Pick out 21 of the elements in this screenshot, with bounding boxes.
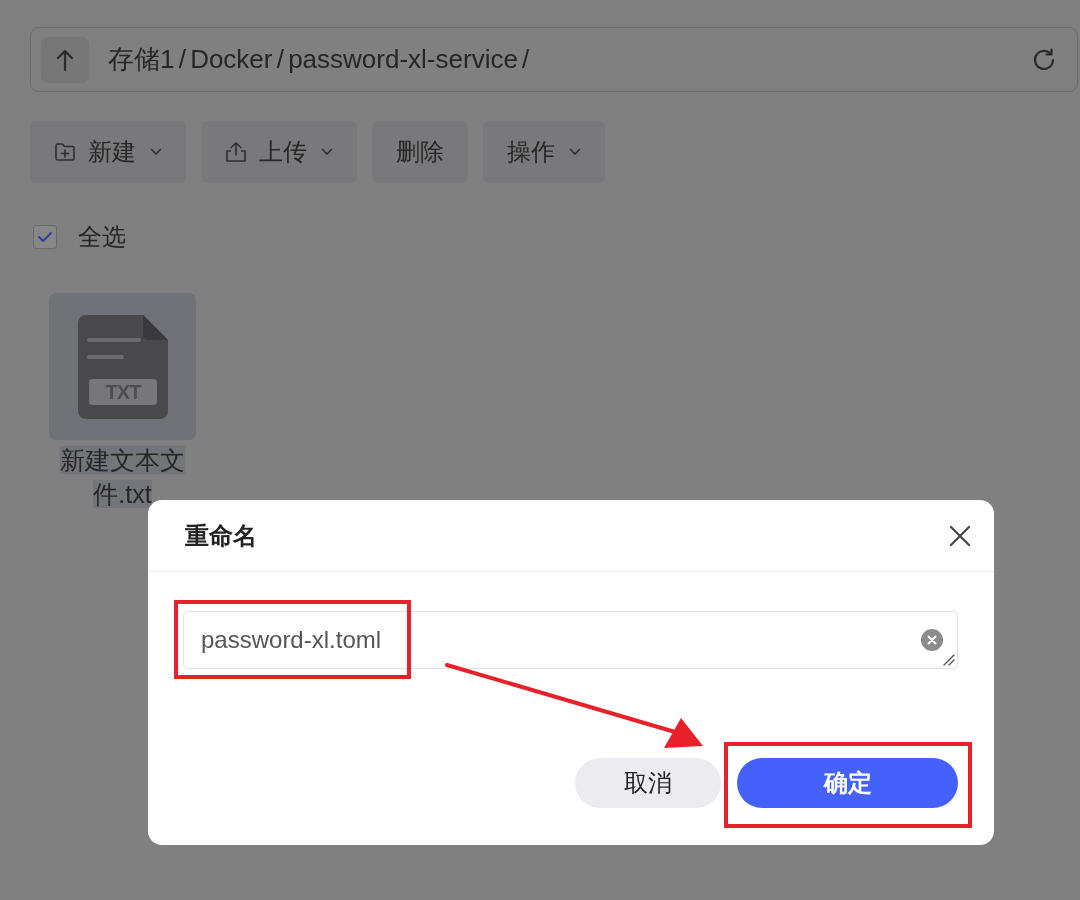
check-icon: [37, 231, 53, 243]
toolbar-button[interactable]: 上传: [201, 121, 357, 183]
upload-icon: [225, 141, 247, 163]
cancel-button[interactable]: 取消: [575, 758, 721, 808]
folder-plus-icon: [54, 142, 76, 162]
select-all-checkbox[interactable]: [33, 225, 57, 249]
confirm-button[interactable]: 确定: [737, 758, 958, 808]
filename-input[interactable]: password-xl.toml: [183, 611, 958, 669]
file-name: 新建文本文件.txt: [59, 445, 186, 510]
clear-icon[interactable]: [921, 629, 943, 651]
dialog-title: 重命名: [185, 520, 257, 551]
path-text: 存储1 / Docker / password-xl-service /: [108, 43, 531, 76]
parent-folder-button[interactable]: [41, 36, 89, 83]
refresh-icon[interactable]: [1031, 46, 1057, 73]
toolbar-button[interactable]: 新建: [30, 121, 186, 183]
resize-grip-icon[interactable]: [943, 654, 955, 666]
select-all-label: 全选: [78, 222, 126, 252]
close-icon[interactable]: [949, 524, 971, 547]
toolbar-button[interactable]: 删除: [372, 121, 468, 183]
toolbar-button[interactable]: 操作: [483, 121, 605, 183]
up-arrow-icon: [56, 48, 74, 71]
